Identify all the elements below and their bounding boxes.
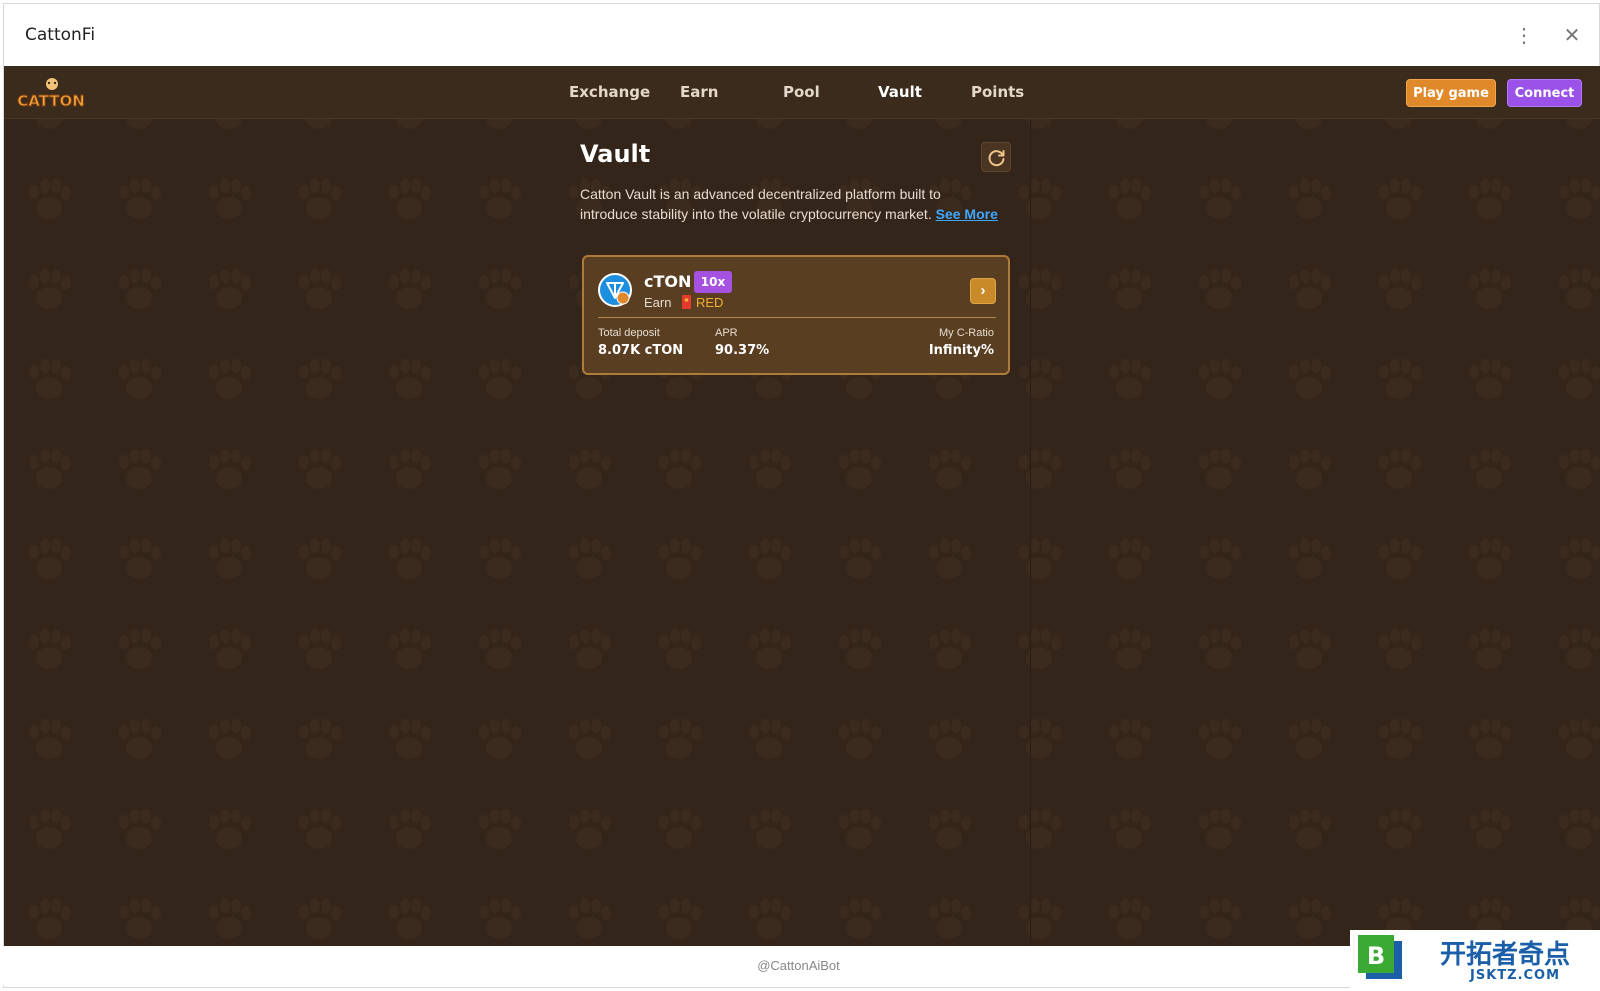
refresh-icon	[988, 150, 1005, 167]
watermark-logo-icon: B	[1358, 935, 1402, 979]
token-name: cTON	[644, 272, 692, 291]
refresh-button[interactable]	[981, 142, 1011, 172]
c-ratio-label: My C-Ratio	[938, 327, 994, 339]
description-text: Catton Vault is an advanced decentralize…	[580, 186, 941, 222]
close-icon[interactable]: ✕	[1560, 24, 1584, 48]
app-header: CATTON Exchange Earn Pool Vault Points P…	[4, 66, 1600, 119]
nav-earn[interactable]: Earn	[680, 66, 718, 119]
page-title: Vault	[580, 140, 651, 168]
nav-points[interactable]: Points	[971, 66, 1024, 119]
kebab-menu-icon[interactable]: ⋮	[1512, 24, 1536, 48]
app-window: CattonFi ⋮ ✕ CATTON Exchange Earn Pool V…	[3, 3, 1600, 988]
window-title: CattonFi	[25, 25, 96, 45]
catton-logo[interactable]: CATTON	[16, 76, 86, 110]
watermark: B 开拓者奇点 JSKTZ.COM	[1350, 930, 1600, 991]
total-deposit-label: Total deposit	[598, 327, 660, 339]
nav-pool[interactable]: Pool	[783, 66, 820, 119]
ton-token-icon	[598, 273, 632, 307]
chevron-right-icon: ›	[980, 282, 986, 299]
svg-text:B: B	[1367, 942, 1385, 970]
vault-card-cton[interactable]: cTON 10x Earn RED › Total deposit 8.07K …	[582, 255, 1010, 375]
total-deposit-value: 8.07K cTON	[598, 343, 684, 358]
c-ratio-value: Infinity%	[928, 343, 994, 358]
see-more-link[interactable]: See More	[936, 206, 998, 222]
connect-button[interactable]: Connect	[1507, 79, 1582, 107]
watermark-title: 开拓者奇点	[1440, 940, 1571, 970]
vault-description: Catton Vault is an advanced decentralize…	[580, 184, 1000, 224]
apr-value: 90.37%	[715, 343, 770, 358]
window-titlebar: CattonFi ⋮ ✕	[4, 4, 1599, 66]
card-divider	[598, 317, 996, 318]
svg-text:CATTON: CATTON	[17, 92, 85, 110]
watermark-sub: JSKTZ.COM	[1470, 968, 1561, 983]
earn-token: RED	[696, 295, 724, 310]
nav-vault[interactable]: Vault	[878, 66, 922, 119]
play-game-button[interactable]: Play game	[1406, 79, 1496, 107]
open-vault-button[interactable]: ›	[970, 278, 996, 304]
apr-label: APR	[715, 327, 738, 339]
earn-label: Earn	[644, 295, 672, 310]
red-envelope-icon	[682, 295, 691, 309]
catton-app: CATTON Exchange Earn Pool Vault Points P…	[4, 66, 1600, 950]
nav-exchange[interactable]: Exchange	[569, 66, 650, 119]
multiplier-badge: 10x	[694, 271, 732, 293]
content-divider	[1030, 120, 1031, 950]
